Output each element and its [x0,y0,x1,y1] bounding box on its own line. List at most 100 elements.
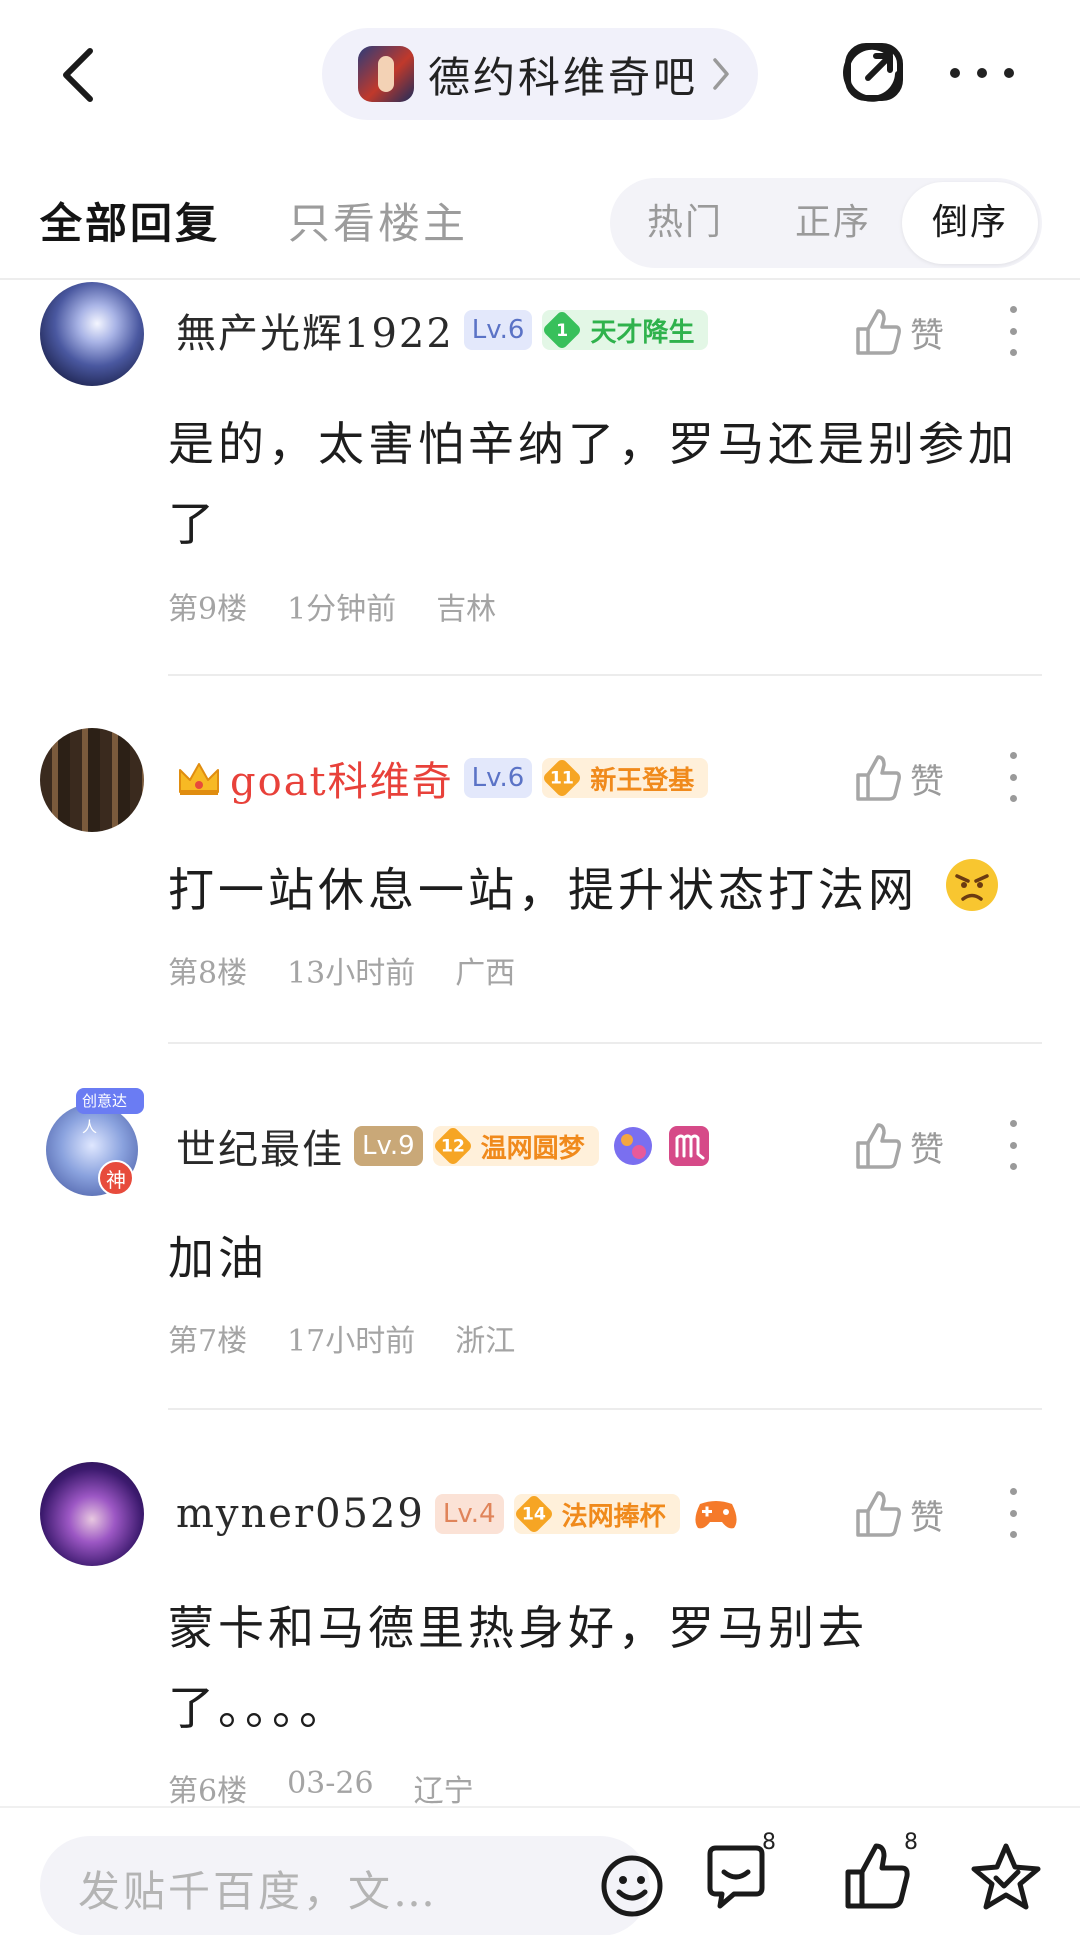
sort-asc[interactable]: 正序 [778,178,888,268]
badge-text: 新王登基 [590,765,695,796]
forum-avatar [358,46,414,102]
comment-button[interactable]: 8 [700,1830,780,1920]
dot [950,68,960,78]
more-button[interactable] [950,56,1014,90]
kebab-menu-icon[interactable] [1006,1120,1020,1170]
top-bar: 德约科维奇吧 [0,0,1080,150]
avatar-tag: 创意达人 [76,1088,144,1136]
favorite-button[interactable] [968,1840,1048,1920]
star-icon [971,1843,1041,1910]
badge-text: 天才降生 [590,317,695,348]
user-info: goat科维奇 Lv.6 11 新王登基 [176,748,709,808]
post-time: 1分钟前 [287,592,397,627]
badge-number-icon: 14 [513,1493,554,1535]
level-badge: Lv.6 [463,758,533,798]
username[interactable]: 世纪最佳 [176,1117,344,1175]
dot [1004,68,1014,78]
username[interactable]: 無产光辉1922 [176,301,454,359]
like-button[interactable]: 赞 [854,1484,944,1544]
crown-icon [179,763,219,795]
floor-number: 第6楼 [168,1774,248,1809]
sort-toggle: 热门 正序 倒序 [610,178,1042,268]
like-button[interactable]: 赞 [854,1116,944,1176]
post-meta: 第9楼 1分钟前 吉林 [168,584,496,628]
post-content: 蒙卡和马德里热身好，罗马别去了。。。。 [168,1601,868,1735]
like-label: 赞 [910,761,944,802]
avatar[interactable] [40,728,144,832]
comment-count: 8 [762,1830,776,1855]
back-arrow-icon [63,48,93,102]
thumbs-up-icon [856,1123,901,1169]
post-location: 浙江 [455,1324,516,1359]
badge-text: 法网捧杯 [561,1501,666,1532]
post-time: 13小时前 [287,956,416,991]
post-meta: 第7楼 17小时前 浙江 [168,1316,515,1360]
scorpio-sign-icon [668,1126,709,1166]
divider [168,674,1042,676]
post-time: 03-26 [287,1766,374,1801]
reply-placeholder: 发贴千百度，文… [78,1867,439,1916]
badge-number-icon: 11 [541,757,583,799]
avatar[interactable]: 创意达人 神 [40,1088,144,1198]
post-meta: 第8楼 13小时前 广西 [168,948,515,992]
user-info: 無产光辉1922 Lv.6 1 天才降生 [176,300,709,360]
level-badge: Lv.4 [434,1494,504,1534]
post-meta: 第6楼 03-26 辽宁 [168,1766,474,1810]
gamepad-icon [695,1501,737,1529]
thumbs-up-icon [856,755,901,801]
bottom-bar: 发贴千百度，文… 8 8 [0,1806,1080,1935]
reply-input[interactable]: 发贴千百度，文… [40,1836,663,1935]
username[interactable]: myner0529 [176,1491,425,1537]
reply-tabs: 全部回复 只看楼主 热门 正序 倒序 [0,150,1080,280]
post-content: 是的，太害怕辛纳了，罗马还是别参加了 [168,417,1018,551]
post-location: 辽宁 [413,1774,474,1809]
like-post-button[interactable]: 8 [842,1830,922,1920]
honor-badge: 1 天才降生 [542,309,709,351]
kebab-menu-icon[interactable] [1006,752,1020,802]
post-location: 吉林 [436,592,497,627]
badge-text: 温网圆梦 [480,1133,585,1164]
like-label: 赞 [910,1129,944,1170]
divider [168,1408,1042,1410]
level-badge: Lv.6 [463,310,533,350]
avatar[interactable] [40,282,144,386]
post-content: 打一站休息一站，提升状态打法网 [168,850,1028,930]
badge-number-icon: 1 [542,309,583,351]
honor-badge: 14 法网捧杯 [513,1493,680,1535]
chevron-right-icon [713,58,729,90]
like-button[interactable]: 赞 [854,302,944,362]
thumbs-up-icon [856,309,901,355]
divider [168,1042,1042,1044]
badge-number-icon: 12 [432,1125,474,1167]
share-icon [843,43,903,102]
thumbs-up-icon [856,1491,901,1537]
kebab-menu-icon[interactable] [1006,1488,1020,1538]
sort-hot[interactable]: 热门 [630,178,740,268]
avatar[interactable] [40,1462,144,1566]
like-label: 赞 [910,1497,944,1538]
post-location: 广西 [455,956,516,991]
tab-all-replies[interactable]: 全部回复 [40,190,220,251]
user-info: 世纪最佳 Lv.9 12 温网圆梦 [176,1116,711,1176]
post-time: 17小时前 [287,1324,416,1359]
post-content: 加油 [168,1231,268,1285]
angry-emoji-icon [945,859,998,911]
back-button[interactable] [48,42,108,108]
like-button[interactable]: 赞 [854,748,944,808]
level-badge: Lv.9 [354,1126,423,1166]
sort-desc[interactable]: 倒序 [902,182,1038,264]
avatar-badge: 神 [98,1160,134,1196]
floor-number: 第9楼 [168,592,248,627]
username[interactable]: goat科维奇 [230,749,454,807]
like-count: 8 [904,1830,918,1855]
honor-badge: 12 温网圆梦 [432,1125,599,1167]
forum-entry[interactable]: 德约科维奇吧 [322,28,758,120]
game-badge-icon [613,1127,652,1165]
honor-badge: 11 新王登基 [541,757,709,799]
tab-only-op[interactable]: 只看楼主 [288,190,468,251]
forum-name: 德约科维奇吧 [428,52,699,102]
emoji-icon[interactable] [600,1854,664,1918]
share-button[interactable] [842,40,906,104]
kebab-menu-icon[interactable] [1006,306,1020,356]
user-info: myner0529 Lv.4 14 法网捧杯 [176,1484,740,1544]
